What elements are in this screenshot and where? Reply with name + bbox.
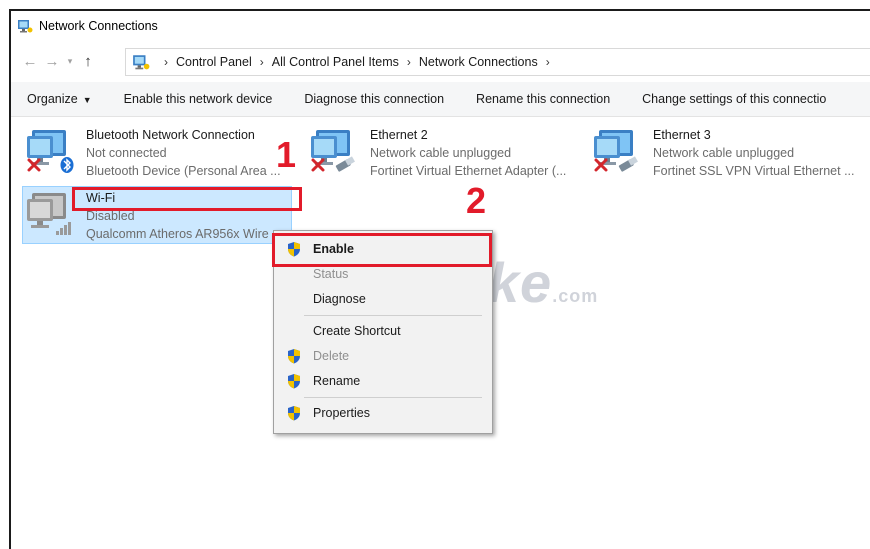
organize-label: Organize	[27, 92, 78, 106]
ethernet-icon	[594, 130, 638, 172]
organize-menu[interactable]: Organize ▼	[27, 92, 92, 106]
connection-name: Ethernet 2	[370, 128, 428, 142]
breadcrumb-chevron-icon[interactable]: ›	[546, 55, 550, 69]
connection-name: Bluetooth Network Connection	[86, 128, 255, 142]
diagnose-connection-button[interactable]: Diagnose this connection	[304, 92, 444, 106]
connection-device: Fortinet Virtual Ethernet Adapter (...	[370, 164, 567, 178]
enable-device-button[interactable]: Enable this network device	[124, 92, 273, 106]
annotation-box-step-1	[72, 187, 302, 211]
breadcrumb-chevron-icon[interactable]: ›	[164, 55, 168, 69]
menu-item-label: Rename	[313, 374, 361, 388]
menu-item-label: Status	[313, 267, 349, 281]
connection-status: Network cable unplugged	[653, 146, 795, 160]
menu-item-label: Create Shortcut	[313, 324, 401, 338]
menu-item-label: Diagnose	[313, 292, 366, 306]
menu-item-rename[interactable]: Rename	[274, 369, 492, 393]
menu-item-diagnose[interactable]: Diagnose	[274, 287, 492, 311]
connection-item-bluetooth[interactable]: Bluetooth Network Connection Not connect…	[26, 126, 296, 182]
uac-shield-icon	[288, 374, 300, 389]
wifi-icon	[27, 193, 71, 235]
breadcrumb-chevron-icon[interactable]: ›	[260, 55, 264, 69]
control-panel-icon	[133, 55, 150, 70]
menu-item-create-shortcut[interactable]: Create Shortcut	[274, 319, 492, 343]
connection-device: Bluetooth Device (Personal Area ...	[86, 164, 281, 178]
annotation-box-step-2	[272, 233, 492, 267]
menu-separator	[304, 315, 482, 316]
up-arrow-icon[interactable]: ↑	[77, 50, 99, 72]
breadcrumb-control-panel[interactable]: Control Panel	[176, 55, 252, 69]
menu-item-delete: Delete	[274, 344, 492, 368]
title-bar: Network Connections	[11, 11, 870, 41]
menu-item-label: Delete	[313, 349, 350, 363]
change-settings-button[interactable]: Change settings of this connectio	[642, 92, 826, 106]
ethernet-icon	[311, 130, 355, 172]
connection-device: Qualcomm Atheros AR956x Wire	[86, 227, 269, 241]
uac-shield-icon	[288, 349, 300, 364]
breadcrumb-all-items[interactable]: All Control Panel Items	[272, 55, 399, 69]
rename-connection-button[interactable]: Rename this connection	[476, 92, 610, 106]
connection-device: Fortinet SSL VPN Virtual Ethernet ...	[653, 164, 855, 178]
menu-item-label: Properties	[313, 406, 370, 420]
navigation-bar: ← → ▾ ↑ › Control Panel › All Control Pa…	[11, 46, 870, 76]
window-title: Network Connections	[39, 19, 158, 33]
connection-name: Ethernet 3	[653, 128, 711, 142]
network-connections-icon	[18, 20, 33, 33]
bluetooth-network-icon	[27, 130, 74, 173]
annotation-step-2: 2	[466, 180, 487, 221]
uac-shield-icon	[288, 406, 300, 421]
forward-arrow-icon[interactable]: →	[41, 50, 63, 72]
dropdown-caret-icon: ▼	[82, 95, 92, 105]
breadcrumb-network-connections[interactable]: Network Connections	[419, 55, 538, 69]
recent-locations-chevron-icon[interactable]: ▾	[63, 50, 77, 72]
menu-separator	[304, 397, 482, 398]
annotation-step-1: 1	[276, 134, 297, 175]
menu-item-properties[interactable]: Properties	[274, 401, 492, 425]
connection-item-ethernet-3[interactable]: Ethernet 3 Network cable unplugged Forti…	[593, 126, 863, 182]
connection-item-ethernet-2[interactable]: Ethernet 2 Network cable unplugged Forti…	[310, 126, 580, 182]
connection-status: Not connected	[86, 146, 167, 160]
breadcrumb-chevron-icon[interactable]: ›	[407, 55, 411, 69]
address-bar[interactable]: › Control Panel › All Control Panel Item…	[125, 48, 870, 76]
command-bar: Organize ▼ Enable this network device Dia…	[11, 82, 870, 117]
back-arrow-icon[interactable]: ←	[19, 50, 41, 72]
connection-status: Network cable unplugged	[370, 146, 512, 160]
